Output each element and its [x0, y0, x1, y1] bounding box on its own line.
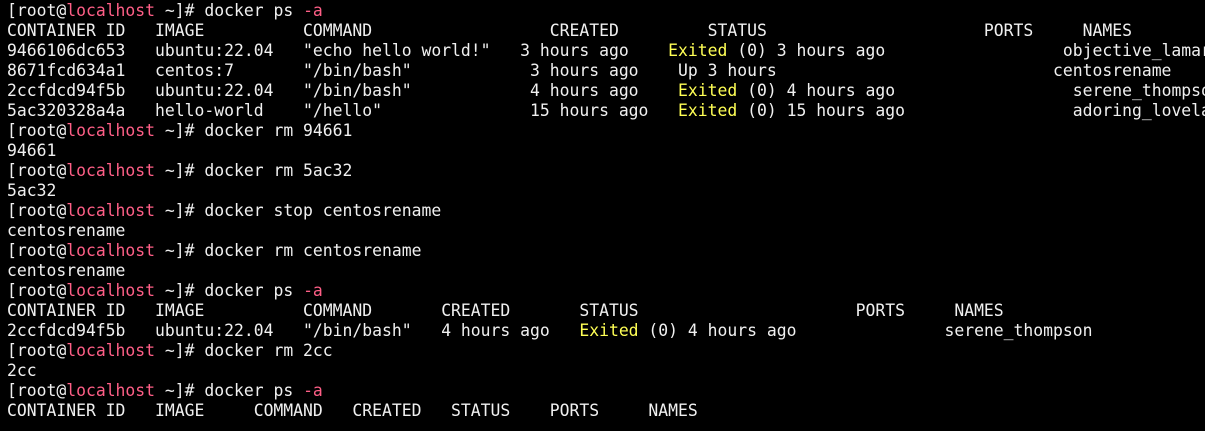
prompt-hostname: localhost: [66, 201, 156, 220]
prompt-line: [root@localhost ~]# docker rm 94661: [7, 121, 1205, 141]
output-line: 5ac32: [7, 181, 1205, 201]
output-text: centosrename: [7, 221, 126, 240]
prompt-hostname: localhost: [66, 1, 156, 20]
row-text: (0) 15 hours ago adoring_lovelace: [737, 101, 1205, 120]
command-text: docker stop centosrename: [204, 201, 442, 220]
prompt-open: [root@: [7, 381, 67, 400]
prompt-hostname: localhost: [66, 161, 156, 180]
prompt-hostname: localhost: [66, 281, 156, 300]
prompt-line: [root@localhost ~]# docker rm 2cc: [7, 341, 1205, 361]
status-exited: Exited: [579, 321, 639, 340]
row-text: (0) 4 hours ago serene_thompson: [737, 81, 1205, 100]
container-row: 2ccfdcd94f5b ubuntu:22.04 "/bin/bash" 4 …: [7, 321, 1205, 341]
prompt-close: ~]#: [155, 381, 205, 400]
container-row: 2ccfdcd94f5b ubuntu:22.04 "/bin/bash" 4 …: [7, 81, 1205, 101]
command-text: docker ps: [204, 281, 304, 300]
prompt-line: [root@localhost ~]# docker ps -a: [7, 281, 1205, 301]
row-text: 5ac320328a4a hello-world "/hello" 15 hou…: [7, 101, 679, 120]
prompt-close: ~]#: [155, 201, 205, 220]
prompt-open: [root@: [7, 1, 67, 20]
prompt-hostname: localhost: [66, 341, 156, 360]
command-text: docker ps: [204, 1, 304, 20]
prompt-hostname: localhost: [66, 381, 156, 400]
output-text: 2cc: [7, 361, 37, 380]
container-row: 9466106dc653 ubuntu:22.04 "echo hello wo…: [7, 41, 1205, 61]
row-text: 2ccfdcd94f5b ubuntu:22.04 "/bin/bash" 4 …: [7, 81, 679, 100]
prompt-line: [root@localhost ~]# docker rm 5ac32: [7, 161, 1205, 181]
output-text: 8671fcd634a1 centos:7 "/bin/bash" 3 hour…: [7, 61, 1172, 80]
output-line: centosrename: [7, 221, 1205, 241]
output-line: CONTAINER ID IMAGE COMMAND CREATED STATU…: [7, 401, 1205, 421]
prompt-close: ~]#: [155, 121, 205, 140]
status-exited: Exited: [678, 81, 738, 100]
prompt-open: [root@: [7, 281, 67, 300]
status-exited: Exited: [678, 101, 738, 120]
prompt-open: [root@: [7, 121, 67, 140]
prompt-open: [root@: [7, 241, 67, 260]
output-line: 2cc: [7, 361, 1205, 381]
command-flag: -a: [303, 381, 323, 400]
prompt-open: [root@: [7, 161, 67, 180]
output-line: CONTAINER ID IMAGE COMMAND CREATED STATU…: [7, 301, 1205, 321]
prompt-line: [root@localhost ~]# docker ps -a: [7, 381, 1205, 401]
prompt-open: [root@: [7, 341, 67, 360]
container-row: 5ac320328a4a hello-world "/hello" 15 hou…: [7, 101, 1205, 121]
command-flag: -a: [303, 1, 323, 20]
row-text: (0) 3 hours ago objective_lamarr: [727, 41, 1205, 60]
command-text: docker rm 94661: [204, 121, 353, 140]
output-line: 8671fcd634a1 centos:7 "/bin/bash" 3 hour…: [7, 61, 1205, 81]
output-line: 94661: [7, 141, 1205, 161]
prompt-close: ~]#: [155, 1, 205, 20]
prompt-open: [root@: [7, 201, 67, 220]
prompt-close: ~]#: [155, 161, 205, 180]
output-line: centosrename: [7, 261, 1205, 281]
row-text: 9466106dc653 ubuntu:22.04 "echo hello wo…: [7, 41, 669, 60]
row-text: (0) 4 hours ago serene_thompson: [638, 321, 1093, 340]
command-text: docker ps: [204, 381, 304, 400]
prompt-hostname: localhost: [66, 241, 156, 260]
command-text: docker rm 5ac32: [204, 161, 353, 180]
row-text: 2ccfdcd94f5b ubuntu:22.04 "/bin/bash" 4 …: [7, 321, 580, 340]
cursor-indent: [7, 421, 204, 431]
output-text: 94661: [7, 141, 57, 160]
command-flag: -a: [303, 281, 323, 300]
cursor-line: [7, 421, 1205, 431]
prompt-close: ~]#: [155, 341, 205, 360]
prompt-line: [root@localhost ~]# docker rm centosrena…: [7, 241, 1205, 261]
command-text: docker rm 2cc: [204, 341, 333, 360]
prompt-close: ~]#: [155, 281, 205, 300]
command-text: docker rm centosrename: [204, 241, 422, 260]
output-line: CONTAINER ID IMAGE COMMAND CREATED STATU…: [7, 21, 1205, 41]
output-text: centosrename: [7, 261, 126, 280]
prompt-close: ~]#: [155, 241, 205, 260]
output-text: 5ac32: [7, 181, 57, 200]
prompt-hostname: localhost: [66, 121, 156, 140]
prompt-line: [root@localhost ~]# docker ps -a: [7, 1, 1205, 21]
terminal-window[interactable]: [root@localhost ~]# docker ps -a CONTAINE…: [0, 0, 1205, 424]
output-text: CONTAINER ID IMAGE COMMAND CREATED STATU…: [7, 21, 1132, 40]
output-text: CONTAINER ID IMAGE COMMAND CREATED STATU…: [7, 301, 1004, 320]
status-exited: Exited: [668, 41, 728, 60]
output-text: CONTAINER ID IMAGE COMMAND CREATED STATU…: [7, 401, 698, 420]
prompt-line: [root@localhost ~]# docker stop centosre…: [7, 201, 1205, 221]
